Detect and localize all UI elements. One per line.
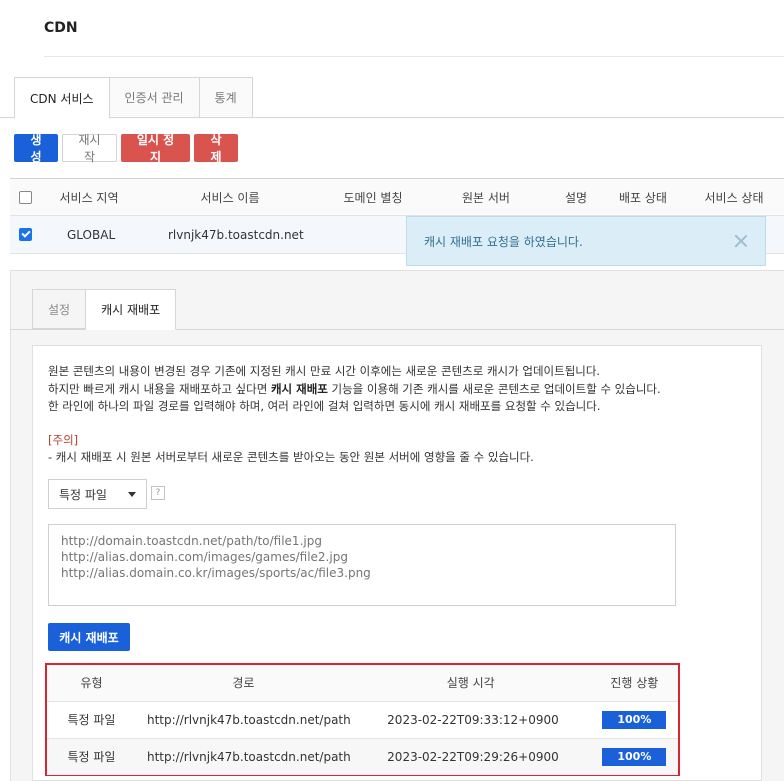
help-icon[interactable]: ? [151, 486, 165, 500]
delete-button[interactable]: 삭제 [194, 133, 238, 164]
service-grid-header: 서비스 지역 서비스 이름 도메인 별칭 원본 서버 설명 배포 상태 서비스 … [10, 178, 784, 216]
history-type: 특정 파일 [47, 701, 136, 739]
tab-cache-purge[interactable]: 캐시 재배포 [86, 289, 177, 330]
description-line: 원본 콘텐츠의 내용이 변경된 경우 기존에 지정된 캐시 만료 시간 이후에는… [48, 364, 601, 378]
caution-text: - 캐시 재배포 시 원본 서버로부터 새로운 콘텐츠를 받아오는 동안 원본 … [48, 450, 534, 464]
restart-button[interactable]: 재시작 [62, 133, 117, 164]
caret-down-icon [128, 492, 136, 497]
purge-history-table: 유형 경로 실행 시각 진행 상황 특정 파일 http://rlvnjk47b… [45, 663, 680, 776]
history-path: http://rlvnjk47b.toastcdn.net/path [136, 701, 351, 739]
purge-type-select[interactable]: 특정 파일 [48, 479, 147, 509]
purge-type-value: 특정 파일 [59, 487, 107, 502]
caution-title: [주의] [48, 433, 79, 447]
column-progress: 진행 상황 [590, 665, 678, 702]
main-tabs: CDN 서비스 인증서 관리 통계 [14, 77, 253, 119]
service-toolbar: 생성 재시작 일시 정지 삭제 [14, 133, 238, 164]
tab-statistics[interactable]: 통계 [199, 77, 253, 118]
progress-badge: 100% [602, 747, 667, 766]
description-line: 한 라인에 하나의 파일 경로를 입력해야 하며, 여러 라인에 걸쳐 입력하면… [48, 399, 601, 413]
notification-toast: 캐시 재배포 요청을 하였습니다. [406, 216, 766, 266]
row-region: GLOBAL [67, 227, 116, 242]
table-row[interactable]: 특정 파일 http://rlvnjk47b.toastcdn.net/path… [47, 738, 678, 775]
column-executed-at: 실행 시각 [350, 665, 591, 702]
tab-cdn-service[interactable]: CDN 서비스 [14, 77, 110, 119]
purge-description: 원본 콘텐츠의 내용이 변경된 경우 기존에 지정된 캐시 만료 시간 이후에는… [48, 363, 661, 416]
column-domain-alias[interactable]: 도메인 별칭 [330, 179, 416, 215]
history-time: 2023-02-22T09:29:26+0900 [350, 738, 591, 775]
detail-tabs: 설정 캐시 재배포 [32, 289, 177, 330]
history-header-row: 유형 경로 실행 시각 진행 상황 [47, 665, 678, 702]
tab-certificate-management[interactable]: 인증서 관리 [109, 77, 200, 118]
column-service-status[interactable]: 서비스 상태 [698, 179, 770, 215]
history-path: http://rlvnjk47b.toastcdn.net/path [136, 738, 351, 775]
history-time: 2023-02-22T09:33:12+0900 [350, 701, 591, 739]
row-checkbox[interactable] [19, 228, 32, 241]
service-detail-panel: 설정 캐시 재배포 원본 콘텐츠의 내용이 변경된 경우 기존에 지정된 캐시 … [10, 270, 784, 781]
purge-paths-textarea[interactable] [48, 524, 676, 606]
pause-button[interactable]: 일시 정지 [121, 133, 190, 164]
row-select-cell [19, 216, 32, 253]
column-deploy-status[interactable]: 배포 상태 [612, 179, 674, 215]
row-service-name: rlvnjk47b.toastcdn.net [168, 227, 304, 242]
table-row[interactable]: 특정 파일 http://rlvnjk47b.toastcdn.net/path… [47, 701, 678, 739]
progress-badge: 100% [602, 710, 667, 729]
create-button[interactable]: 생성 [14, 133, 58, 164]
select-all-checkbox[interactable] [19, 190, 32, 204]
column-service-name[interactable]: 서비스 이름 [160, 179, 300, 215]
history-progress-cell: 100% [590, 738, 678, 775]
description-emphasis: 캐시 재배포 [270, 381, 328, 396]
history-type: 특정 파일 [47, 738, 136, 775]
column-service-region[interactable]: 서비스 지역 [50, 179, 128, 215]
column-path: 경로 [136, 665, 351, 702]
close-icon[interactable] [734, 234, 748, 248]
cache-purge-panel: 원본 콘텐츠의 내용이 변경된 경우 기존에 지정된 캐시 만료 시간 이후에는… [32, 345, 762, 781]
select-all-cell [19, 179, 32, 215]
cache-purge-button[interactable]: 캐시 재배포 [48, 623, 130, 651]
description-text: 기능을 이용해 기존 캐시를 새로운 콘텐츠로 업데이트할 수 있습니다. [327, 381, 661, 396]
column-origin-server[interactable]: 원본 서버 [450, 179, 522, 215]
page-title: CDN [44, 20, 78, 36]
column-type: 유형 [47, 665, 136, 702]
toast-message: 캐시 재배포 요청을 하였습니다. [424, 234, 583, 249]
description-line: 하지만 빠르게 캐시 내용을 재배포하고 싶다면 캐시 재배포 기능을 이용해 … [48, 381, 661, 399]
description-text: 하지만 빠르게 캐시 내용을 재배포하고 싶다면 [48, 381, 271, 396]
title-divider [44, 56, 784, 57]
column-description[interactable]: 설명 [558, 179, 594, 215]
tab-settings[interactable]: 설정 [32, 289, 87, 329]
history-progress-cell: 100% [590, 701, 678, 739]
